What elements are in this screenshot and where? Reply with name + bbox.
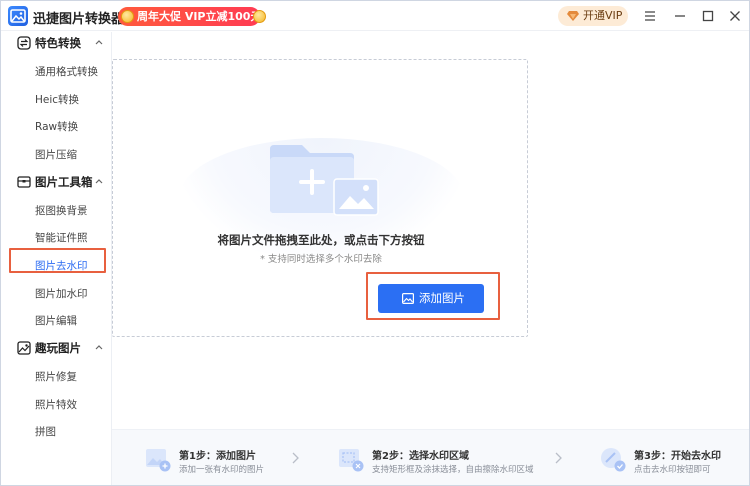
step-desc: 点击去水印按钮即可: [634, 465, 711, 475]
sidebar-item-label: Raw转换: [35, 121, 79, 133]
menu-icon[interactable]: [641, 7, 659, 25]
sidebar-group-special-convert[interactable]: 特色转换: [1, 32, 111, 54]
sidebar-group-label: 特色转换: [35, 36, 81, 50]
sidebar-item-compress[interactable]: 图片压缩: [1, 143, 111, 165]
coin-icon: [121, 10, 134, 23]
promo-label: 周年大促 VIP立减100元: [137, 10, 262, 23]
title-bar: 迅捷图片转换器 周年大促 VIP立减100元 开通VIP: [1, 1, 749, 31]
add-image-step-icon: [146, 449, 171, 472]
diamond-icon: [567, 11, 579, 21]
sidebar-item-collage[interactable]: 拼图: [1, 420, 111, 442]
image-icon: [402, 293, 414, 304]
sidebar-item-id-photo[interactable]: 智能证件照: [1, 226, 111, 248]
add-image-button[interactable]: 添加图片: [378, 284, 484, 313]
promo-banner[interactable]: 周年大促 VIP立减100元: [118, 7, 266, 26]
coin-icon: [253, 10, 266, 23]
convert-icon: [17, 36, 31, 50]
sidebar-item-label: 照片特效: [35, 399, 77, 411]
drop-zone-title: 将图片文件拖拽至此处，或点击下方按钮: [217, 233, 425, 247]
step-title: 第2步：选择水印区域: [372, 451, 469, 462]
drop-zone-hint: * 支持同时选择多个水印去除: [260, 254, 382, 265]
step-desc: 支持矩形框及涂抹选择，自由擦除水印区域: [372, 465, 534, 475]
sidebar-group-toolbox[interactable]: 图片工具箱: [1, 171, 111, 193]
sidebar-group-label: 图片工具箱: [35, 175, 93, 189]
sidebar-item-label: Heic转换: [35, 94, 80, 106]
chevron-up-icon: [95, 40, 103, 45]
sidebar-item-format-convert[interactable]: 通用格式转换: [1, 60, 111, 82]
chevron-up-icon: [95, 179, 103, 184]
active-item-highlight: [9, 248, 106, 273]
sidebar-group-label: 趣玩图片: [35, 341, 81, 355]
sidebar-item-photo-repair[interactable]: 照片修复: [1, 365, 111, 387]
steps-bar: 第1步：添加图片 添加一张有水印的图片 第2步：选择水印区域 支持矩形框及涂抹选…: [112, 429, 749, 485]
sidebar-item-label: 照片修复: [35, 371, 77, 383]
step-title: 第3步：开始去水印: [634, 451, 721, 462]
folder-add-image-icon: [270, 145, 379, 216]
sidebar-group-fun[interactable]: 趣玩图片: [1, 337, 111, 359]
maximize-icon[interactable]: [699, 7, 717, 25]
step-title: 第1步：添加图片: [179, 451, 256, 462]
chevron-right-icon: [292, 452, 299, 464]
vip-button[interactable]: 开通VIP: [558, 6, 628, 26]
sidebar-item-cutout[interactable]: 抠图换背景: [1, 199, 111, 221]
sidebar-item-label: 图片编辑: [35, 315, 77, 327]
sidebar-item-image-edit[interactable]: 图片编辑: [1, 309, 111, 331]
sidebar-item-label: 拼图: [35, 426, 56, 438]
sidebar-item-label: 通用格式转换: [35, 66, 98, 78]
step-desc: 添加一张有水印的图片: [179, 465, 265, 475]
sidebar-item-label: 图片压缩: [35, 149, 77, 161]
chevron-right-icon: [555, 452, 562, 464]
app-title: 迅捷图片转换器: [33, 12, 125, 27]
toolbox-icon: [17, 176, 31, 188]
sidebar-item-label: 智能证件照: [35, 232, 88, 244]
sidebar-item-photo-effects[interactable]: 照片特效: [1, 393, 111, 415]
vip-label: 开通VIP: [583, 9, 623, 22]
sidebar-item-add-watermark[interactable]: 图片加水印: [1, 282, 111, 304]
sidebar-item-label: 图片加水印: [35, 288, 88, 300]
remove-watermark-step-icon: [601, 448, 626, 472]
fun-image-icon: [17, 341, 31, 355]
select-area-step-icon: [339, 449, 364, 472]
minimize-icon[interactable]: [671, 7, 689, 25]
sidebar-item-heic-convert[interactable]: Heic转换: [1, 88, 111, 110]
sidebar-item-label: 抠图换背景: [35, 205, 88, 217]
sidebar-item-raw-convert[interactable]: Raw转换: [1, 115, 111, 137]
chevron-up-icon: [95, 345, 103, 350]
close-icon[interactable]: [726, 7, 744, 25]
app-window: 迅捷图片转换器 周年大促 VIP立减100元 开通VIP 特色转换 通用格式转换…: [0, 0, 750, 486]
add-image-label: 添加图片: [419, 291, 465, 305]
app-logo-icon: [8, 6, 28, 26]
